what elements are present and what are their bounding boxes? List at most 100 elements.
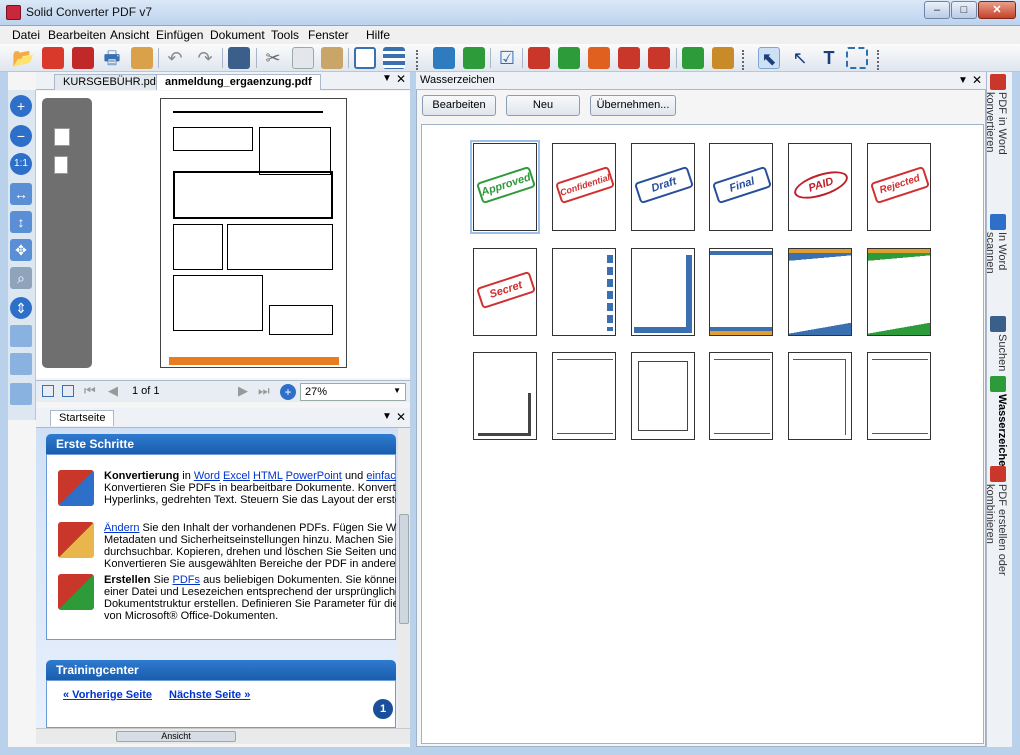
page-indicator[interactable]: 1 of 1 [132, 385, 160, 397]
link-powerpoint[interactable]: PowerPoint [286, 470, 342, 482]
fit-page-icon[interactable]: ✥ [10, 239, 32, 261]
print-icon[interactable]: 🖶 [101, 47, 123, 69]
watermark-rejected[interactable]: Rejected [867, 143, 931, 231]
save-icon[interactable] [72, 47, 94, 69]
watermark-confidential[interactable]: Confidential [552, 143, 616, 231]
text-tool-icon[interactable]: T [818, 47, 840, 69]
watermark-green-wave[interactable] [867, 248, 931, 336]
magnifier-icon[interactable]: ⌕ [10, 267, 32, 289]
next-page-icon[interactable]: ▶ [238, 383, 248, 399]
hscroll-thumb[interactable]: Ansicht [116, 731, 236, 742]
page-thumbnail-icon[interactable] [54, 128, 70, 146]
images-icon[interactable] [712, 47, 734, 69]
scroll-thumb[interactable] [399, 514, 409, 624]
minimize-button[interactable]: – [924, 1, 950, 19]
redo-icon[interactable]: ↷ [194, 47, 216, 69]
watermark-corner-line[interactable] [473, 352, 537, 440]
menu-dokument[interactable]: Dokument [210, 28, 265, 42]
start-vertical-scrollbar[interactable] [398, 428, 410, 728]
tab-anmeldung[interactable]: anmeldung_ergaenzung.pdf [156, 74, 321, 90]
open-folder-icon[interactable]: 📂 [12, 47, 34, 69]
zoom-out-icon[interactable]: − [10, 125, 32, 147]
to-html-icon[interactable] [618, 47, 640, 69]
link-text[interactable]: einfachen T [366, 470, 396, 482]
binoculars-icon[interactable] [228, 47, 250, 69]
first-page-icon[interactable]: ⏮ [84, 383, 96, 399]
copy-icon[interactable] [292, 47, 314, 69]
tab-kursgebuehr[interactable]: KURSGEBÜHR.pdf [54, 74, 168, 90]
to-word-icon[interactable] [528, 47, 550, 69]
rail-tab-pdf-erstellen[interactable]: PDF erstellen oder kombinieren [984, 484, 1008, 634]
navigate-icon[interactable]: ⇕ [10, 297, 32, 319]
zoom-in-icon[interactable]: + [10, 95, 32, 117]
bearbeiten-button[interactable]: Bearbeiten [422, 95, 496, 116]
prev-page-icon[interactable]: ◀ [108, 383, 118, 399]
rail-tab-wasserzeichen[interactable]: Wasserzeichen [988, 394, 1008, 473]
two-page-view-icon[interactable] [354, 47, 376, 69]
cut-icon[interactable]: ✂ [262, 47, 284, 69]
refresh-icon[interactable] [463, 47, 485, 69]
watermark-top-bottom-bands[interactable] [709, 248, 773, 336]
last-page-icon[interactable]: ⏭ [258, 383, 270, 399]
grid-nav-icon[interactable] [62, 385, 74, 397]
next-page-link[interactable]: Nächste Seite » [169, 689, 250, 701]
export-icon[interactable] [433, 47, 455, 69]
neu-button[interactable]: Neu [506, 95, 580, 116]
watermark-close-icon[interactable]: ✕ [972, 73, 982, 87]
continuous-view-icon[interactable] [383, 47, 405, 69]
watermark-side-tabs[interactable] [552, 248, 616, 336]
area-select-icon[interactable] [846, 47, 868, 69]
menu-einfuegen[interactable]: Einfügen [156, 28, 203, 42]
close-button[interactable]: ✕ [978, 1, 1016, 19]
link-pdfs[interactable]: PDFs [173, 574, 201, 586]
watermark-final[interactable]: Final [709, 143, 773, 231]
to-text-icon[interactable] [648, 47, 670, 69]
toolbar-grip-icon-3[interactable] [877, 50, 883, 70]
undo-icon[interactable]: ↶ [164, 47, 186, 69]
close-tab-icon[interactable]: ✕ [396, 72, 406, 86]
create-pdf-icon[interactable] [42, 47, 64, 69]
watermark-secret[interactable]: Secret [473, 248, 537, 336]
watermark-draft[interactable]: Draft [631, 143, 695, 231]
start-close-icon[interactable]: ✕ [396, 410, 406, 424]
menu-datei[interactable]: Datei [12, 28, 40, 42]
dropdown-arrow-icon[interactable]: ▼ [382, 73, 392, 84]
watermark-header-footer[interactable] [709, 352, 773, 440]
link-aendern[interactable]: Ändern [104, 522, 139, 534]
watermark-border-frame[interactable] [631, 352, 695, 440]
toolbar-grip-icon-2[interactable] [742, 50, 748, 70]
link-html[interactable]: HTML [253, 470, 283, 482]
link-excel[interactable]: Excel [223, 470, 250, 482]
start-horizontal-scrollbar[interactable]: Ansicht [36, 728, 410, 744]
menu-tools[interactable]: Tools [271, 28, 299, 42]
maximize-button[interactable]: □ [951, 1, 977, 19]
fit-width-icon[interactable]: ↔ [10, 183, 32, 205]
prev-page-link[interactable]: « Vorherige Seite [63, 689, 152, 701]
extract-icon[interactable] [682, 47, 704, 69]
rail-tab-suchen[interactable]: Suchen [988, 334, 1008, 374]
to-excel-icon[interactable] [558, 47, 580, 69]
to-powerpoint-icon[interactable] [588, 47, 610, 69]
toolbar-grip-icon[interactable] [416, 50, 422, 70]
zoom-in-nav-icon[interactable]: + [280, 384, 296, 400]
rail-tab-in-word-scannen[interactable]: In Word scannen [984, 232, 1008, 312]
link-word[interactable]: Word [194, 470, 220, 482]
start-dropdown-icon[interactable]: ▼ [382, 411, 392, 422]
two-page-icon[interactable] [10, 353, 32, 375]
pointer-icon[interactable]: ↖ [789, 47, 811, 69]
single-page-icon[interactable] [10, 325, 32, 347]
select-tool-icon[interactable]: ⬉ [758, 47, 780, 69]
watermark-minimal-lines[interactable] [867, 352, 931, 440]
tab-startseite[interactable]: Startseite [50, 410, 115, 426]
watermark-side-line[interactable] [788, 352, 852, 440]
menu-hilfe[interactable]: Hilfe [366, 28, 390, 42]
watermark-corner-frame[interactable] [631, 248, 695, 336]
actual-size-icon[interactable]: 1:1 [10, 153, 32, 175]
watermark-dropdown-icon[interactable]: ▼ [958, 75, 968, 86]
thumbnails-icon[interactable] [10, 383, 32, 405]
checklist-icon[interactable]: ☑ [496, 47, 518, 69]
watermark-thin-lines[interactable] [552, 352, 616, 440]
menu-ansicht[interactable]: Ansicht [110, 28, 149, 42]
menu-fenster[interactable]: Fenster [308, 28, 349, 42]
page-thumbnail-icon-2[interactable] [54, 156, 68, 174]
